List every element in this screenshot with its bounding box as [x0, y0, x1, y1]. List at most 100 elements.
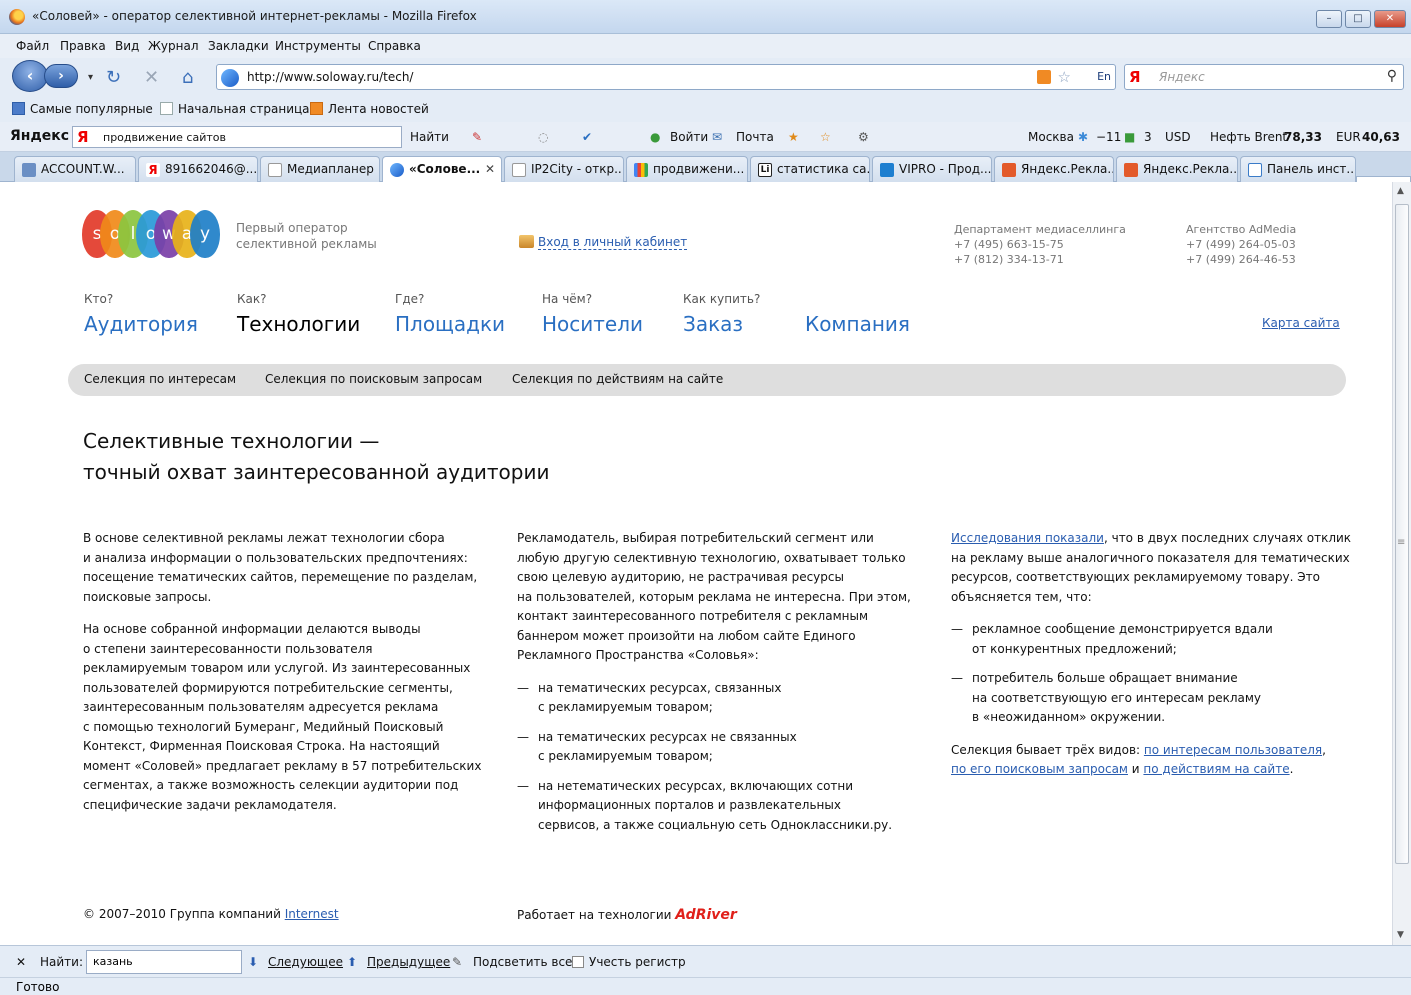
menu-bookmarks[interactable]: Закладки	[208, 39, 269, 53]
internest-link[interactable]: Internest	[285, 907, 339, 921]
chat-icon[interactable]: ◌	[538, 130, 548, 144]
address-bar[interactable]: http://www.soloway.ru/tech/ ☆ En	[216, 64, 1116, 90]
bookmarks-icon[interactable]: ★	[788, 130, 799, 144]
nav-label[interactable]: Заказ	[683, 312, 760, 336]
eur-label[interactable]: EUR	[1336, 130, 1361, 144]
tab-mediaplanner[interactable]: Медиапланер	[260, 156, 380, 182]
scrollbar-thumb[interactable]	[1395, 204, 1409, 864]
yandex-mail-button[interactable]: Почта	[736, 130, 774, 144]
tab-mail[interactable]: Я 891662046@...	[138, 156, 258, 182]
tab-yandex-direct-2[interactable]: Яндекс.Рекла...	[1116, 156, 1238, 182]
yandex-icon[interactable]: Я	[1129, 68, 1141, 86]
subnav-site-actions[interactable]: Селекция по действиям на сайте	[512, 372, 723, 386]
menu-file[interactable]: Файл	[16, 39, 49, 53]
tab-ip2city[interactable]: IP2City - откр...	[504, 156, 624, 182]
nav-company[interactable]: Компания	[805, 292, 910, 336]
text-line: сервисов, а также социальную сеть Однокл…	[538, 817, 893, 832]
home-icon[interactable]: ⌂	[182, 67, 193, 88]
search-box[interactable]: Я Яндекс ⚲	[1124, 64, 1404, 90]
menu-view[interactable]: Вид	[115, 39, 139, 53]
weather-city[interactable]: Москва	[1028, 130, 1074, 144]
forward-button[interactable]: ›	[44, 64, 78, 88]
checkbox-box[interactable]	[572, 956, 584, 968]
menu-help[interactable]: Справка	[368, 39, 421, 53]
check-icon[interactable]: ✔	[582, 130, 592, 144]
bookmark-most-visited[interactable]: Самые популярные	[12, 102, 153, 116]
nav-label[interactable]: Аудитория	[84, 312, 198, 336]
nav-technologies[interactable]: Как? Технологии	[237, 292, 360, 336]
sitemap-link[interactable]: Карта сайта	[1262, 316, 1340, 330]
research-link[interactable]: Исследования показали	[951, 531, 1104, 545]
nav-label[interactable]: Площадки	[395, 312, 505, 336]
scroll-down-icon[interactable]: ▼	[1397, 930, 1404, 940]
match-case-label[interactable]: Учесть регистр	[589, 955, 686, 969]
yandex-login-button[interactable]: Войти	[670, 130, 708, 144]
search-placeholder[interactable]: Яндекс	[1159, 70, 1205, 84]
text-column-3: Исследования показали, что в двух послед…	[951, 516, 1351, 793]
text-line: ресурсов, соответствующих рекламируемому…	[951, 570, 1320, 584]
pen-icon[interactable]: ✎	[472, 130, 482, 144]
scroll-up-icon[interactable]: ▲	[1397, 186, 1404, 196]
page-icon	[512, 163, 526, 177]
favorites-icon[interactable]: ☆	[820, 130, 831, 144]
menu-edit[interactable]: Правка	[60, 39, 106, 53]
tab-soloway[interactable]: «Солове... ✕	[382, 156, 502, 183]
find-previous-button[interactable]: Предыдущее	[367, 955, 450, 969]
cabinet-label[interactable]: Вход в личный кабинет	[538, 235, 688, 250]
menu-history[interactable]: Журнал	[148, 39, 199, 53]
cabinet-login-link[interactable]: Вход в личный кабинет	[519, 235, 688, 250]
back-button[interactable]: ‹	[12, 60, 48, 92]
weather-temp[interactable]: −11	[1096, 130, 1121, 144]
find-next-button[interactable]: Следующее	[268, 955, 343, 969]
yandex-find-button[interactable]: Найти	[410, 130, 449, 144]
nav-order[interactable]: Как купить? Заказ	[683, 292, 760, 336]
stop-icon[interactable]: ✕	[144, 67, 159, 88]
nav-label[interactable]: Компания	[805, 312, 910, 336]
nav-label[interactable]: Носители	[542, 312, 643, 336]
maximize-button[interactable]: □	[1345, 10, 1371, 28]
nav-platforms[interactable]: Где? Площадки	[395, 292, 505, 336]
close-find-icon[interactable]: ✕	[16, 955, 26, 969]
tab-yandex-direct-1[interactable]: Яндекс.Рекла...	[994, 156, 1114, 182]
interests-link[interactable]: по интересам пользователя	[1144, 743, 1322, 757]
search-queries-link[interactable]: по его поисковым запросам	[951, 762, 1128, 776]
rss-icon[interactable]	[1037, 70, 1051, 84]
tab-statistics[interactable]: Li статистика са...	[750, 156, 870, 182]
settings-icon[interactable]: ⚙	[858, 130, 869, 144]
bookmark-star-icon[interactable]: ☆	[1058, 68, 1071, 86]
nav-label[interactable]: Технологии	[237, 312, 360, 336]
highlight-all-button[interactable]: Подсветить все	[473, 955, 572, 969]
nav-audience[interactable]: Кто? Аудитория	[84, 292, 198, 336]
subnav-search-queries[interactable]: Селекция по поисковым запросам	[265, 372, 482, 386]
translate-button[interactable]: En	[1097, 70, 1111, 83]
yandex-query[interactable]: продвижение сайтов	[103, 131, 226, 144]
yandex-brand[interactable]: Яндекс	[10, 128, 69, 144]
close-tab-icon[interactable]: ✕	[485, 162, 495, 176]
subnav-interests[interactable]: Селекция по интересам	[84, 372, 236, 386]
site-identity-icon[interactable]	[221, 69, 239, 87]
tab-account[interactable]: ACCOUNT.W...	[14, 156, 136, 182]
bookmark-news-feed[interactable]: Лента новостей	[310, 102, 429, 116]
find-input[interactable]: казань	[86, 950, 242, 974]
minimize-button[interactable]: –	[1316, 10, 1342, 28]
tab-vipro[interactable]: VIPRO - Прод...	[872, 156, 992, 182]
tab-webmaster[interactable]: Панель инст...	[1240, 156, 1356, 182]
search-icon[interactable]: ⚲	[1387, 68, 1397, 84]
adriver-logo[interactable]: AdRiver	[675, 907, 737, 923]
yandex-search-input[interactable]: Я продвижение сайтов	[72, 126, 402, 148]
site-actions-link[interactable]: по действиям на сайте	[1143, 762, 1289, 776]
vertical-scrollbar[interactable]: ▲ ≡ ▼	[1392, 182, 1411, 945]
match-case-checkbox[interactable]: Учесть регистр	[572, 955, 686, 969]
traffic-level[interactable]: 3	[1144, 130, 1152, 144]
menu-tools[interactable]: Инструменты	[275, 39, 361, 53]
brent-label[interactable]: Нефть Brent	[1210, 130, 1287, 144]
reload-icon[interactable]: ↻	[106, 67, 121, 88]
bookmark-start-page[interactable]: Начальная страница	[160, 102, 310, 116]
usd-rate[interactable]: USD	[1165, 130, 1191, 144]
history-dropdown-icon[interactable]: ▾	[88, 72, 93, 83]
nav-carriers[interactable]: На чём? Носители	[542, 292, 643, 336]
page-icon	[268, 163, 282, 177]
url-text[interactable]: http://www.soloway.ru/tech/	[247, 70, 413, 84]
tab-promotion[interactable]: продвижени...	[626, 156, 748, 182]
close-button[interactable]: ✕	[1374, 10, 1406, 28]
